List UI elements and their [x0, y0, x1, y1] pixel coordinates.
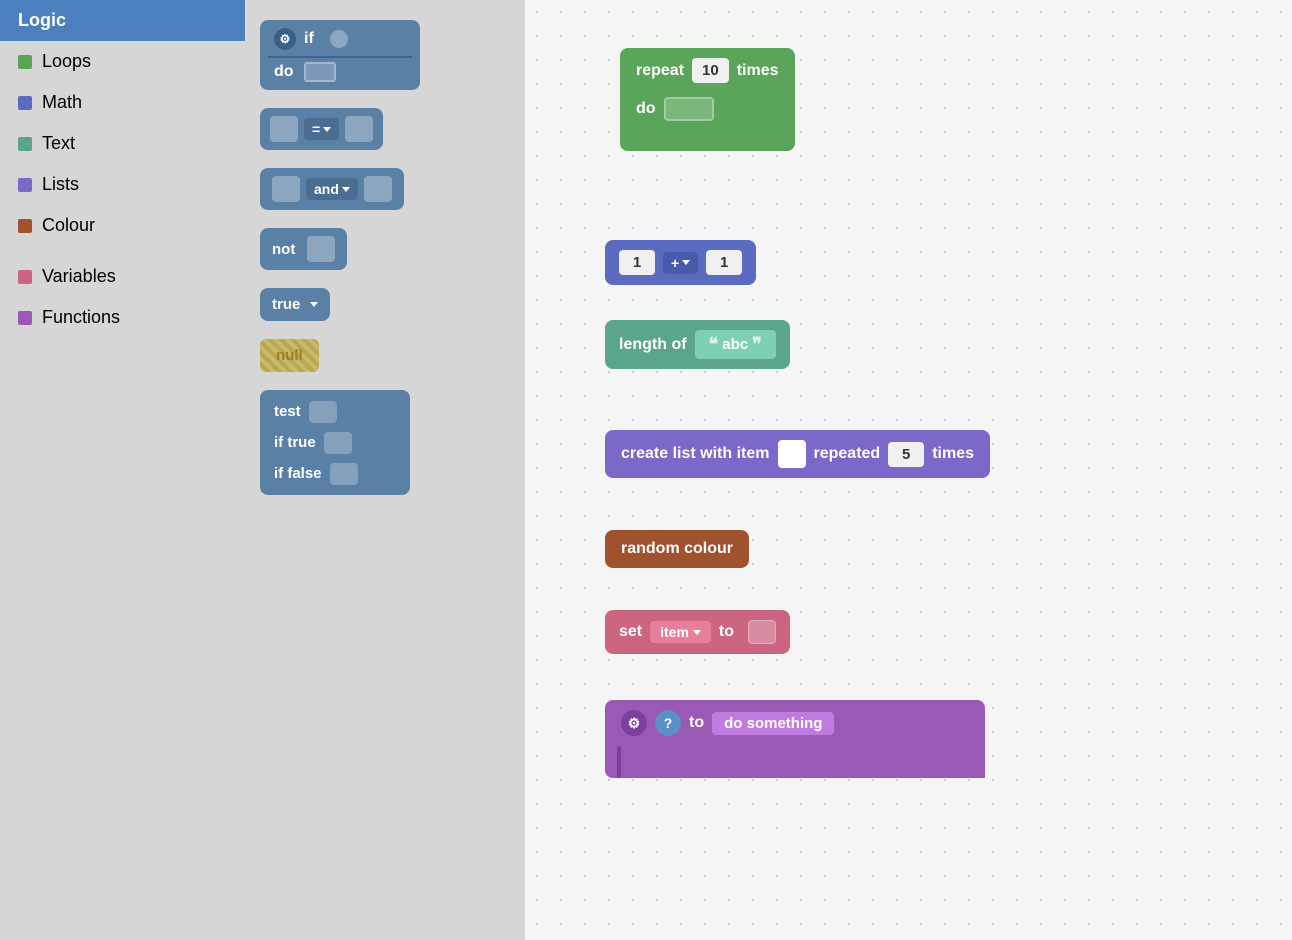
- times-label: times: [737, 62, 779, 80]
- sidebar-label-logic: Logic: [18, 10, 66, 31]
- repeat-label: repeat: [636, 62, 684, 80]
- sidebar-label-colour: Colour: [42, 215, 95, 236]
- func-to-label: to: [689, 714, 704, 732]
- var-name-dropdown[interactable]: item: [650, 621, 711, 643]
- do-label-canvas: do: [636, 100, 656, 118]
- math-val2[interactable]: 1: [706, 250, 742, 275]
- sidebar-item-math[interactable]: Math: [0, 82, 245, 123]
- math-block-canvas[interactable]: 1 + 1: [605, 240, 756, 285]
- ternary-iftrue-label: if true: [274, 429, 316, 456]
- length-of-label: length of: [619, 336, 687, 354]
- do-label: do: [274, 63, 294, 81]
- math-op-label: +: [671, 255, 679, 271]
- sidebar-divider: [0, 246, 245, 256]
- sidebar: Logic Loops Math Text Lists Colour Varia…: [0, 0, 245, 940]
- colour-label: random colour: [621, 540, 733, 557]
- and-block[interactable]: and: [260, 168, 404, 210]
- sidebar-item-lists[interactable]: Lists: [0, 164, 245, 205]
- true-arrow-icon: [310, 302, 318, 307]
- and-dropdown[interactable]: and: [306, 178, 358, 200]
- sidebar-label-lists: Lists: [42, 174, 79, 195]
- math-val1[interactable]: 1: [619, 250, 655, 275]
- repeat-value[interactable]: 10: [692, 58, 729, 83]
- close-quote-icon: ❞: [752, 334, 762, 355]
- create-list-label: create list with item: [621, 445, 770, 463]
- repeated-label: repeated: [814, 445, 881, 463]
- operator-dropdown[interactable]: =: [304, 118, 339, 140]
- ternary-iffalse-label: if false: [274, 460, 322, 487]
- right-slot: [345, 116, 373, 142]
- true-label: true: [272, 296, 300, 313]
- func-question-icon: ?: [655, 710, 681, 736]
- sidebar-item-logic[interactable]: Logic: [0, 0, 245, 41]
- not-label: not: [272, 241, 295, 258]
- sidebar-item-loops[interactable]: Loops: [0, 41, 245, 82]
- operator-label: =: [312, 121, 320, 137]
- equals-block[interactable]: =: [260, 108, 383, 150]
- to-label: to: [719, 623, 734, 641]
- and-label: and: [314, 181, 339, 197]
- gear-icon: ⚙: [274, 28, 296, 50]
- func-block-canvas[interactable]: ⚙ ? to do something: [605, 700, 985, 778]
- colour-color-dot: [18, 219, 32, 233]
- math-operator-dropdown[interactable]: +: [663, 252, 698, 274]
- left-slot: [270, 116, 298, 142]
- blocks-panel: ⚙ if do = and not true: [245, 0, 525, 940]
- if-block[interactable]: ⚙ if do: [260, 20, 420, 90]
- if-label: if: [304, 30, 314, 48]
- sidebar-label-functions: Functions: [42, 307, 120, 328]
- loops-color-dot: [18, 55, 32, 69]
- if-notch: [330, 30, 348, 48]
- var-arrow-icon: [693, 630, 701, 635]
- math-arrow-icon: [682, 260, 690, 265]
- colour-block-canvas[interactable]: random colour: [605, 530, 749, 568]
- not-block[interactable]: not: [260, 228, 347, 270]
- and-right-slot: [364, 176, 392, 202]
- variables-color-dot: [18, 270, 32, 284]
- sidebar-label-loops: Loops: [42, 51, 91, 72]
- repeat-block-canvas[interactable]: repeat 10 times do: [620, 48, 795, 151]
- null-block[interactable]: null: [260, 339, 319, 372]
- sidebar-label-variables: Variables: [42, 266, 116, 287]
- set-label: set: [619, 623, 642, 641]
- func-name-slot[interactable]: do something: [712, 712, 834, 735]
- and-left-slot: [272, 176, 300, 202]
- list-times-label: times: [932, 445, 974, 463]
- var-name-label: item: [660, 624, 689, 640]
- list-block-canvas[interactable]: create list with item repeated 5 times: [605, 430, 990, 478]
- func-body: [605, 746, 985, 778]
- ternary-test-label: test: [274, 398, 301, 425]
- sidebar-item-text[interactable]: Text: [0, 123, 245, 164]
- arrow-down-icon: [323, 127, 331, 132]
- sidebar-item-variables[interactable]: Variables: [0, 256, 245, 297]
- do-notch: [304, 62, 336, 82]
- arrow-down-icon: [342, 187, 350, 192]
- func-gear-icon: ⚙: [621, 710, 647, 736]
- list-times-value[interactable]: 5: [888, 442, 924, 467]
- ternary-block[interactable]: test if true if false: [260, 390, 410, 495]
- sidebar-label-math: Math: [42, 92, 82, 113]
- math-color-dot: [18, 96, 32, 110]
- not-slot: [307, 236, 335, 262]
- func-name-label: do something: [724, 715, 822, 732]
- functions-color-dot: [18, 311, 32, 325]
- text-color-dot: [18, 137, 32, 151]
- sidebar-item-functions[interactable]: Functions: [0, 297, 245, 338]
- list-item-slot: [778, 440, 806, 468]
- null-label: null: [276, 347, 303, 364]
- textlen-block-canvas[interactable]: length of ❝ abc ❞: [605, 320, 790, 369]
- vars-block-canvas[interactable]: set item to: [605, 610, 790, 654]
- true-block[interactable]: true: [260, 288, 330, 321]
- lists-color-dot: [18, 178, 32, 192]
- open-quote-icon: ❝: [709, 334, 719, 355]
- text-value: abc: [722, 336, 748, 353]
- text-value-slot[interactable]: ❝ abc ❞: [695, 330, 776, 359]
- sidebar-label-text: Text: [42, 133, 75, 154]
- canvas: repeat 10 times do 1 + 1 length of ❝: [525, 0, 1292, 940]
- sidebar-item-colour[interactable]: Colour: [0, 205, 245, 246]
